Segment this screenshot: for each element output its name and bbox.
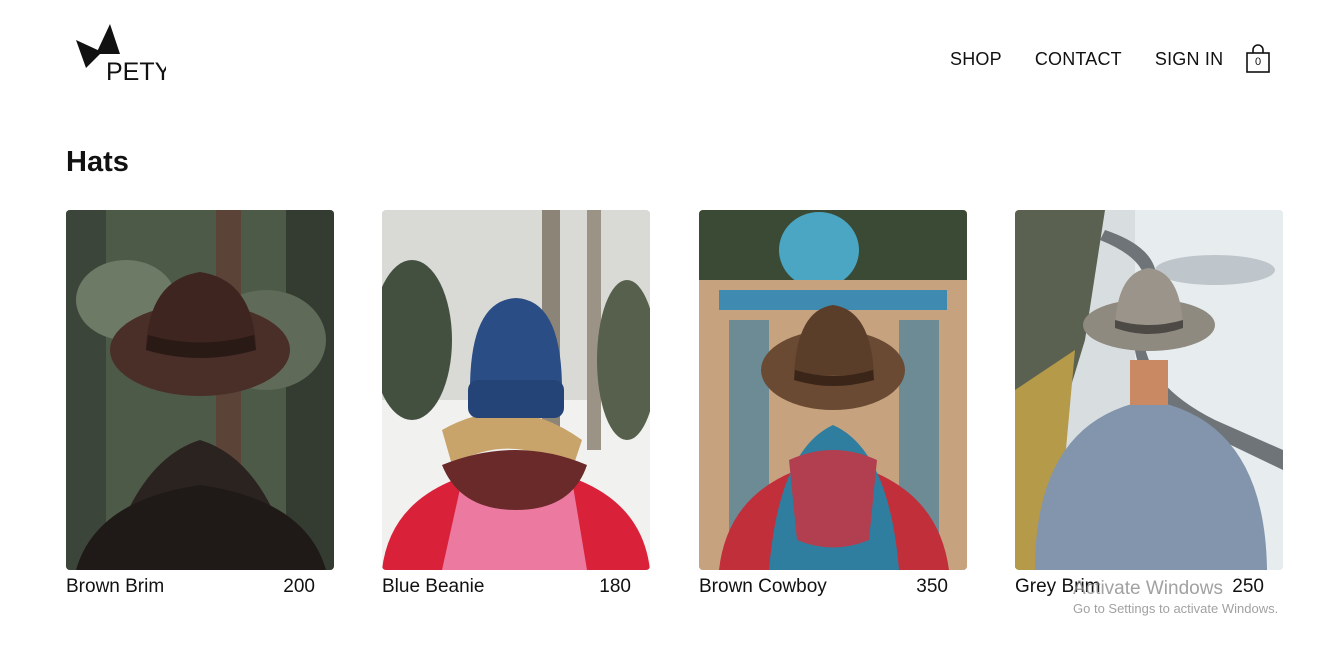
product-image-blue-beanie[interactable] — [382, 210, 650, 570]
product-card: Blue Beanie 180 — [382, 210, 650, 610]
cart-count: 0 — [1254, 56, 1262, 68]
cart-button[interactable]: 0 — [1245, 44, 1271, 74]
product-image-brown-brim[interactable] — [66, 210, 334, 570]
product-price: 180 — [599, 576, 631, 597]
nav-sign-in[interactable]: SIGN IN — [1155, 49, 1223, 70]
product-footer: Blue Beanie 180 — [382, 576, 650, 606]
pety-logo[interactable]: PETY — [76, 24, 166, 84]
product-image-brown-cowboy[interactable] — [699, 210, 967, 570]
site-header: PETY SHOP CONTACT SIGN IN 0 — [0, 0, 1325, 110]
product-image-grey-brim[interactable] — [1015, 210, 1283, 570]
product-grid: Brown Brim 200 Blue Beanie 180 Brown Cow… — [66, 210, 1284, 610]
nav-shop[interactable]: SHOP — [950, 49, 1002, 70]
logo-wordmark: PETY — [106, 58, 166, 84]
product-price: 250 — [1232, 576, 1264, 597]
main-nav: SHOP CONTACT SIGN IN — [950, 44, 1256, 74]
product-footer: Brown Brim 200 — [66, 576, 334, 606]
product-card: Brown Cowboy 350 — [699, 210, 967, 610]
product-card: Grey Brim 250 — [1015, 210, 1283, 610]
product-price: 200 — [283, 576, 315, 597]
product-name: Grey Brim — [1015, 576, 1101, 597]
product-price: 350 — [916, 576, 948, 597]
page-title: Hats — [66, 146, 129, 178]
product-name: Brown Brim — [66, 576, 165, 597]
nav-contact[interactable]: CONTACT — [1035, 49, 1122, 70]
product-name: Blue Beanie — [382, 576, 485, 597]
product-card: Brown Brim 200 — [66, 210, 334, 610]
product-footer: Brown Cowboy 350 — [699, 576, 967, 606]
product-name: Brown Cowboy — [699, 576, 827, 597]
product-footer: Grey Brim 250 — [1015, 576, 1283, 606]
